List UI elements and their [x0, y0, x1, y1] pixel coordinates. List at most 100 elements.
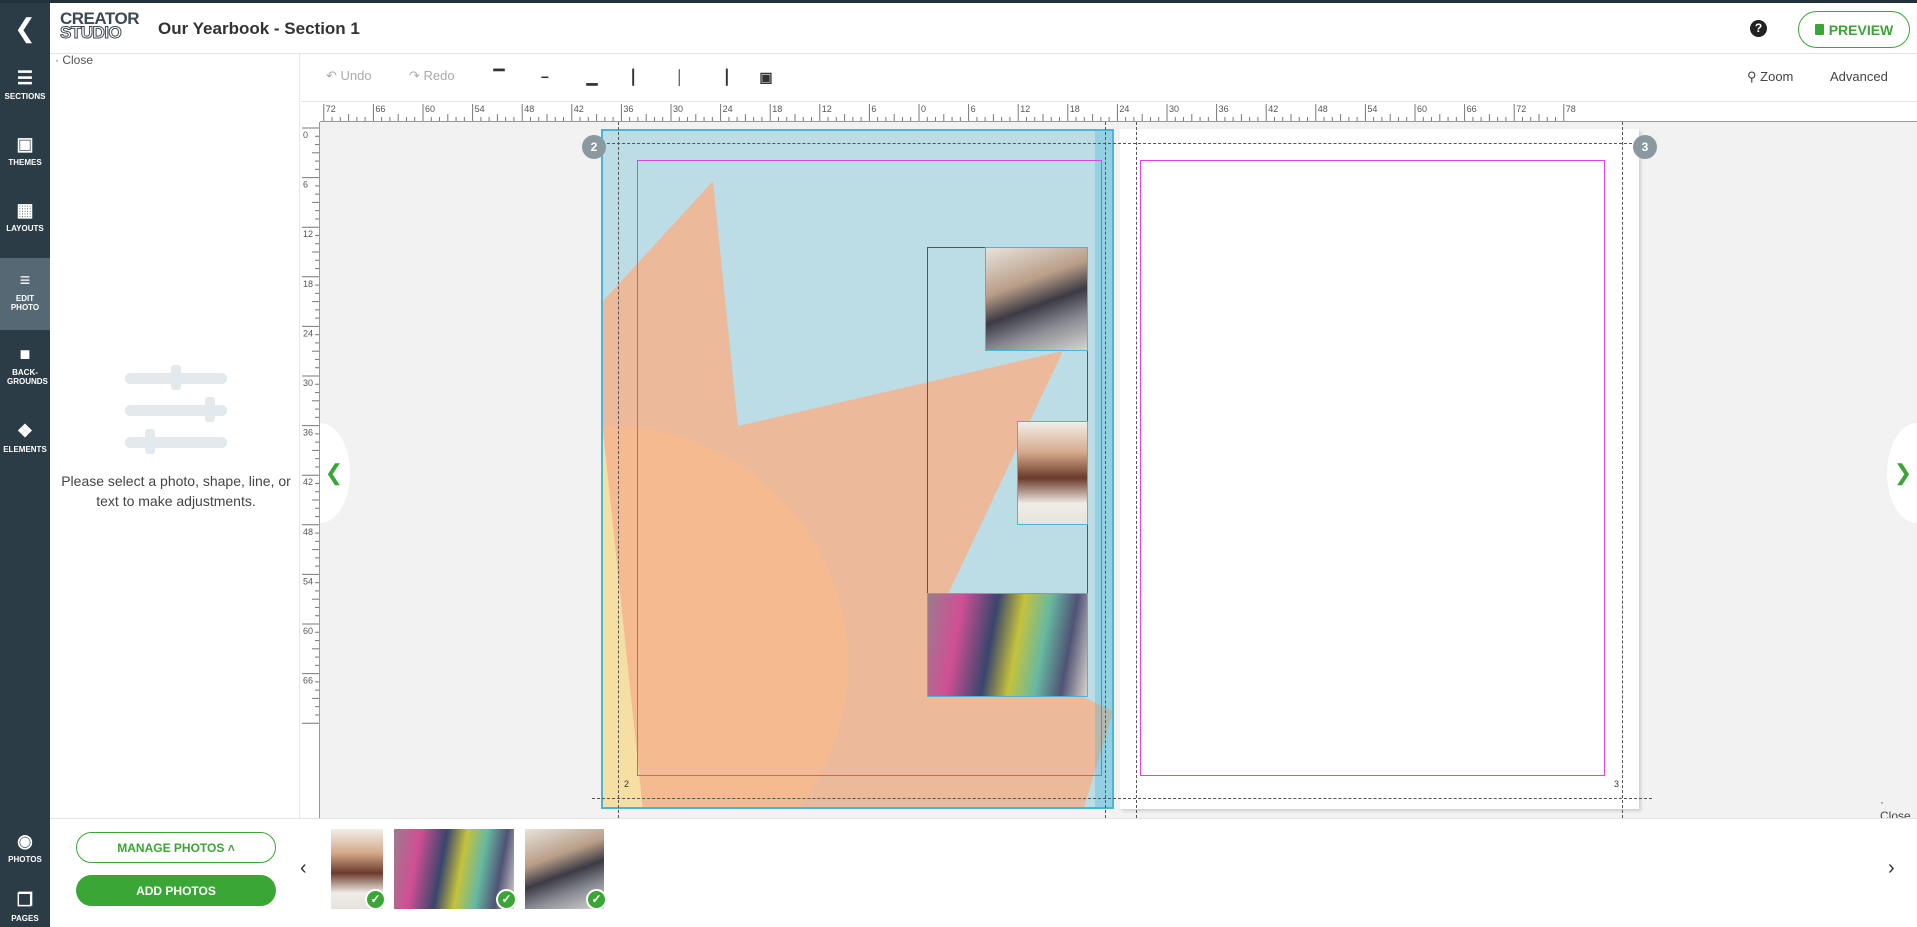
- bleed-line-right: [1622, 122, 1623, 818]
- checkmark-icon: ✓: [586, 889, 607, 910]
- ruler-label: 42: [1268, 104, 1278, 114]
- ruler-label: 18: [1070, 104, 1080, 114]
- align-left-icon[interactable]: ▏: [628, 69, 648, 87]
- photo-teens-skateboard[interactable]: [985, 247, 1088, 351]
- left-page-badge: 2: [582, 135, 606, 159]
- ruler-label: 54: [1367, 104, 1377, 114]
- shapes-icon: ❖: [16, 421, 34, 441]
- nav-edit-photo[interactable]: ≡ EDIT PHOTO: [0, 258, 50, 330]
- panel-close-link[interactable]: · Close: [55, 53, 93, 67]
- preview-label: PREVIEW: [1828, 21, 1894, 38]
- ruler-label: 36: [303, 428, 313, 438]
- preview-button[interactable]: PREVIEW: [1798, 11, 1910, 48]
- checkmark-icon: ✓: [496, 889, 517, 910]
- ruler-label: 0: [303, 130, 308, 140]
- align-bottom-icon[interactable]: ▁: [582, 69, 602, 87]
- photo-boy-eating-cake[interactable]: [1017, 421, 1088, 525]
- ruler-label: 30: [303, 378, 313, 388]
- ruler-label: 18: [772, 104, 782, 114]
- redo-button[interactable]: ↷ Redo: [409, 68, 455, 84]
- hamburger-icon: ☰: [16, 68, 34, 88]
- nav-pages[interactable]: ❐ PAGES: [0, 890, 50, 923]
- nav-sections[interactable]: ☰ SECTIONS: [0, 68, 50, 101]
- checkmark-icon: ✓: [365, 889, 386, 910]
- nav-elements[interactable]: ❖ ELEMENTS: [0, 421, 50, 454]
- zoom-button[interactable]: ⚲ Zoom: [1747, 69, 1793, 85]
- photo-group-running[interactable]: [927, 593, 1088, 697]
- sliders-icon: ≡: [19, 270, 31, 290]
- ruler-label: 60: [303, 626, 313, 636]
- ruler-label: 30: [673, 104, 683, 114]
- align-right-icon[interactable]: ▕: [712, 69, 732, 87]
- bleed-line-spine-left: [1105, 122, 1106, 818]
- vertical-ruler: 0 6 12 18 24 30 36 42 48 54 60 66: [301, 122, 320, 818]
- ruler-label: 6: [871, 104, 876, 114]
- ruler-label: 60: [425, 104, 435, 114]
- chevron-left-icon: ❮: [324, 460, 344, 485]
- ruler-label: 78: [1566, 104, 1576, 114]
- nav-themes[interactable]: ▣ THEMES: [0, 134, 50, 167]
- ruler-label: 24: [1119, 104, 1129, 114]
- bleed-line-top: [592, 143, 1652, 144]
- ruler-label: 24: [723, 104, 733, 114]
- ruler-corner: [301, 102, 320, 122]
- ruler-label: 54: [303, 576, 313, 586]
- ruler-label: 6: [303, 180, 308, 190]
- crop-icon[interactable]: ▣: [756, 69, 776, 87]
- bleed-line-left: [618, 122, 619, 818]
- add-photos-button[interactable]: ADD PHOTOS: [76, 875, 276, 906]
- undo-button[interactable]: ↶ Undo: [326, 68, 372, 84]
- prev-spread-button[interactable]: ❮: [320, 423, 350, 523]
- tray-prev-icon[interactable]: ‹: [300, 857, 307, 880]
- sliders-placeholder-icon: [125, 365, 227, 455]
- advanced-button[interactable]: Advanced: [1830, 69, 1888, 84]
- ruler-label: 42: [574, 104, 584, 114]
- horizontal-ruler: 7872666054484236302418126061218243036424…: [320, 102, 1917, 122]
- ruler-label: 54: [475, 104, 485, 114]
- book-icon: [1814, 24, 1824, 35]
- nav-photos[interactable]: ◉ PHOTOS: [0, 831, 50, 864]
- ruler-label: 48: [1318, 104, 1328, 114]
- align-center-icon[interactable]: │: [670, 69, 690, 87]
- nav-backgrounds[interactable]: ■ BACK-GROUNDS: [0, 344, 50, 386]
- align-middle-icon[interactable]: −: [535, 69, 555, 87]
- chevron-right-icon: ❯: [1893, 460, 1913, 485]
- back-button[interactable]: ❮: [0, 3, 50, 54]
- panel-instruction: Please select a photo, shape, line, or t…: [61, 473, 291, 509]
- ruler-label: 12: [303, 229, 313, 239]
- align-top-icon[interactable]: ▔: [489, 69, 509, 87]
- ruler-label: 48: [524, 104, 534, 114]
- manage-photos-button[interactable]: MANAGE PHOTOS ˄: [76, 832, 276, 863]
- page-canvas[interactable]: 2 3 2 3 ❮ ❯: [320, 122, 1917, 818]
- ruler-label: 6: [971, 104, 976, 114]
- creator-studio-logo: CREATOR STUDIO: [60, 9, 140, 42]
- ruler-label: 72: [326, 104, 336, 114]
- left-nav: ☰ SECTIONS ▣ THEMES ▦ LAYOUTS ≡ EDIT PHO…: [0, 54, 50, 927]
- camera-icon: ◉: [17, 831, 33, 851]
- ruler-label: 24: [303, 328, 313, 338]
- ruler-label: 0: [921, 104, 926, 114]
- ruler-label: 18: [303, 279, 313, 289]
- frame-icon: ▣: [16, 134, 34, 154]
- right-page-number: 3: [1614, 779, 1620, 789]
- ruler-label: 48: [303, 527, 313, 537]
- help-icon[interactable]: ?: [1750, 20, 1767, 37]
- pages-icon: ❐: [16, 890, 34, 910]
- tray-next-icon[interactable]: ›: [1888, 857, 1895, 880]
- top-bar: ❮ CREATOR STUDIO Our Yearbook - Section …: [0, 0, 1917, 54]
- nav-layouts[interactable]: ▦ LAYOUTS: [0, 200, 50, 233]
- document-title: Our Yearbook - Section 1: [158, 19, 360, 38]
- right-safe-zone: [1140, 160, 1605, 776]
- ruler-label: 66: [303, 676, 313, 686]
- ruler-label: 60: [1417, 104, 1427, 114]
- ruler-label: 66: [375, 104, 385, 114]
- editor-toolbar: ↶ Undo ↷ Redo ▔ − ▁ ▏ │ ▕ ▣ ⚲ Zoom Advan…: [301, 54, 1917, 102]
- ruler-label: 30: [1169, 104, 1179, 114]
- bleed-line-spine-right: [1136, 122, 1137, 818]
- right-page-badge: 3: [1633, 135, 1657, 159]
- next-spread-button[interactable]: ❯: [1887, 423, 1917, 523]
- ruler-label: 66: [1467, 104, 1477, 114]
- ruler-label: 72: [1516, 104, 1526, 114]
- chevron-left-icon: ❮: [14, 13, 36, 43]
- ruler-label: 36: [1219, 104, 1229, 114]
